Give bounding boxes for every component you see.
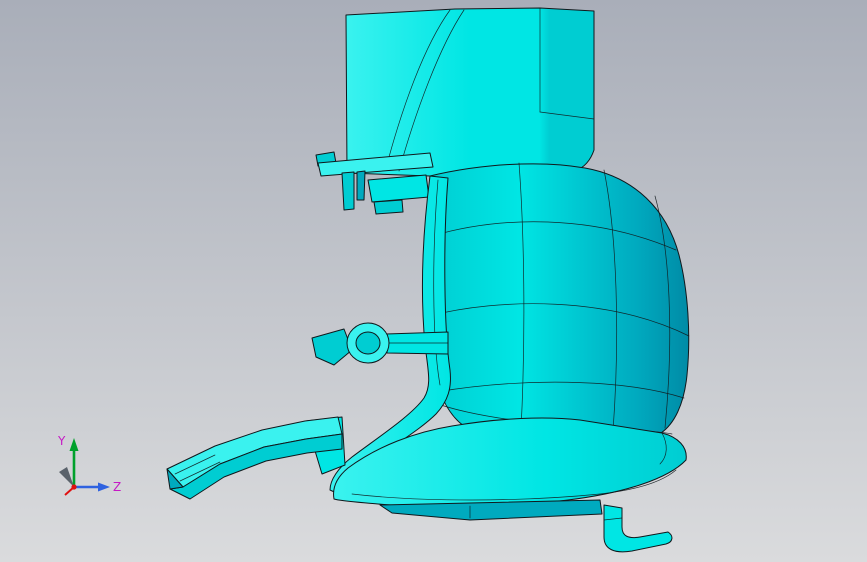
- model-3d-render[interactable]: [0, 0, 867, 562]
- model-left-arm: [166, 416, 346, 500]
- cad-viewport[interactable]: Y Z: [0, 0, 867, 562]
- body-surface: [427, 163, 690, 434]
- z-axis-label: Z: [113, 480, 121, 494]
- bracket-peg-1: [341, 171, 355, 211]
- clip-hook: [603, 504, 673, 553]
- y-axis-label: Y: [57, 434, 66, 448]
- boss-bore: [355, 331, 381, 355]
- bracket-lower-tab: [373, 199, 404, 215]
- model-top-duct: [345, 7, 595, 177]
- axis-triad: Y Z: [57, 434, 121, 496]
- z-axis-arrowhead: [98, 482, 110, 492]
- boss-left-tab: [311, 328, 353, 366]
- bracket-lower-plate: [367, 174, 430, 203]
- y-axis-arrowhead: [69, 438, 79, 451]
- bracket-peg-2: [356, 170, 366, 201]
- model-top-bracket: [315, 151, 434, 215]
- x-axis-dot: [71, 484, 77, 490]
- duct-face: [345, 7, 595, 177]
- model-bottom-clip: [603, 504, 673, 553]
- model-main-body: [427, 162, 690, 435]
- origin-cone: [59, 467, 74, 487]
